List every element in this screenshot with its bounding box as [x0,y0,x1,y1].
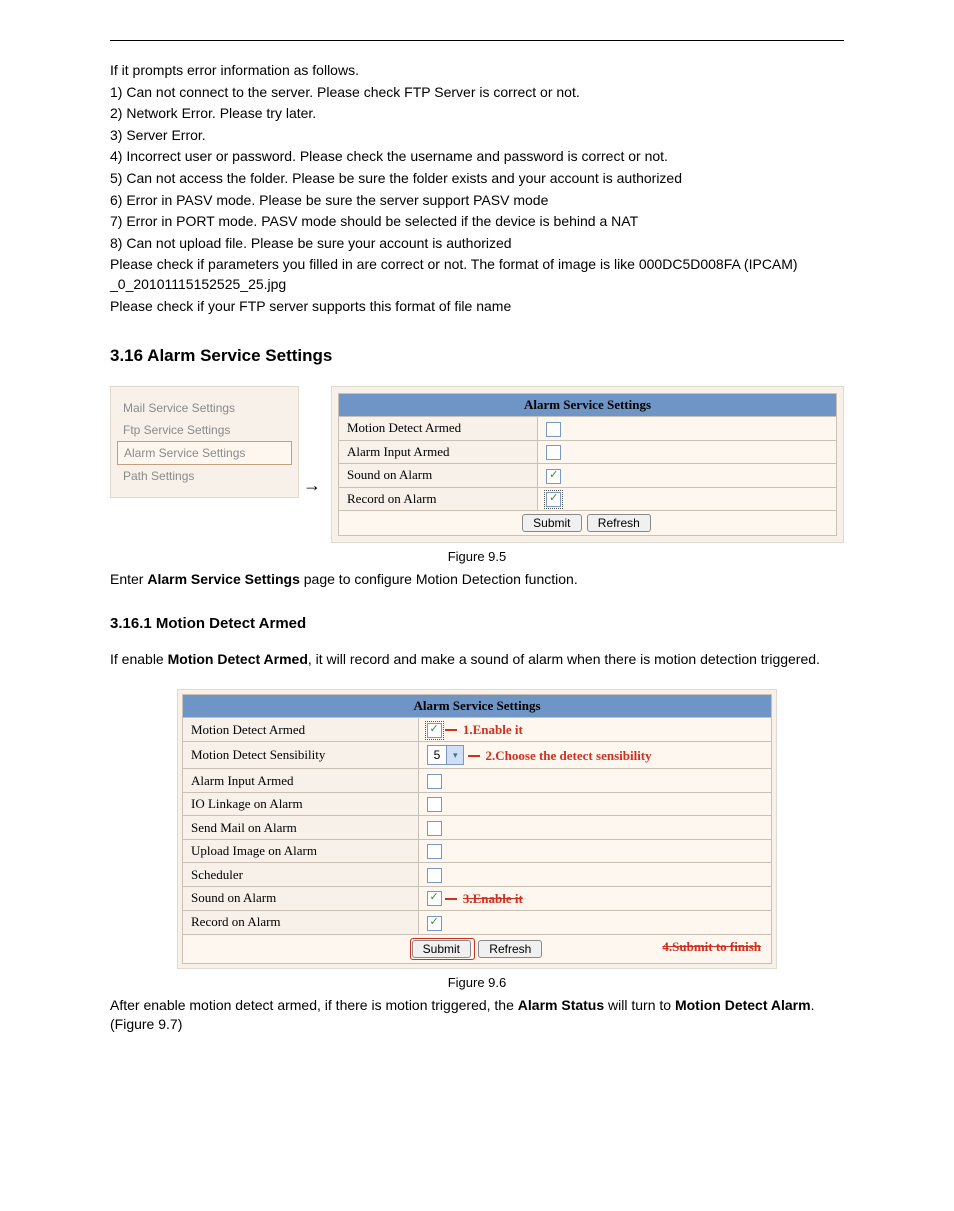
sound-on-alarm-checkbox[interactable]: ✓ [427,891,442,906]
intro-line: 2) Network Error. Please try later. [110,104,844,124]
submit-button[interactable]: Submit [522,514,581,532]
text-bold: Alarm Status [518,997,604,1013]
row-label: IO Linkage on Alarm [183,792,419,816]
top-rule [110,40,844,41]
text: , it will record and make a sound of ala… [308,651,820,667]
figure-caption: Figure 9.6 [110,975,844,990]
alarm-settings-panel-2: Alarm Service Settings Motion Detect Arm… [177,689,777,968]
intro-line: 4) Incorrect user or password. Please ch… [110,147,844,167]
intro-line: 3) Server Error. [110,126,844,146]
scheduler-checkbox[interactable] [427,868,442,883]
io-linkage-checkbox[interactable] [427,797,442,812]
text: After enable motion detect armed, if the… [110,997,518,1013]
row-label: Alarm Input Armed [183,769,419,793]
row-label: Alarm Input Armed [339,440,538,464]
row-label: Motion Detect Armed [183,718,419,742]
text-bold: Motion Detect Armed [168,651,308,667]
sidebar-item-alarm[interactable]: Alarm Service Settings [117,441,292,465]
text-after-96: After enable motion detect armed, if the… [110,996,844,1035]
row-label: Record on Alarm [339,487,538,511]
settings-sidebar: Mail Service Settings Ftp Service Settin… [110,386,299,498]
alarm-input-armed-checkbox[interactable] [546,445,561,460]
upload-image-checkbox[interactable] [427,844,442,859]
row-label: Motion Detect Sensibility [183,742,419,769]
intro-line: 8) Can not upload file. Please be sure y… [110,234,844,254]
annotation-1: 1.Enable it [463,722,523,738]
annotation-4: 4.Submit to finish [662,939,761,955]
sound-on-alarm-checkbox[interactable]: ✓ [546,469,561,484]
figure-caption: Figure 9.5 [110,549,844,564]
submit-button[interactable]: Submit [412,940,471,958]
motion-detect-armed-checkbox[interactable] [546,422,561,437]
intro-line: 7) Error in PORT mode. PASV mode should … [110,212,844,232]
motion-detect-armed-checkbox[interactable]: ✓ [427,723,442,738]
heading-3-16: 3.16 Alarm Service Settings [110,346,844,366]
row-label: Upload Image on Alarm [183,839,419,863]
alarm-settings-panel: Alarm Service Settings Motion Detect Arm… [331,386,844,543]
intro-line: Please check if parameters you filled in… [110,255,844,294]
send-mail-checkbox[interactable] [427,821,442,836]
chevron-down-icon: ▾ [446,746,463,764]
text-after-95: Enter Alarm Service Settings page to con… [110,570,844,590]
text: page to configure Motion Detection funct… [300,571,578,587]
record-on-alarm-checkbox[interactable]: ✓ [427,916,442,931]
annotation-2: 2.Choose the detect sensibility [486,748,652,764]
alarm-input-armed-checkbox[interactable] [427,774,442,789]
sensibility-value: 5 [428,748,447,762]
annotation-connector [445,898,457,900]
intro-line: 6) Error in PASV mode. Please be sure th… [110,191,844,211]
text-bold: Motion Detect Alarm [675,997,811,1013]
text: If enable [110,651,168,667]
record-on-alarm-checkbox[interactable]: ✓ [546,492,561,507]
refresh-button[interactable]: Refresh [478,940,542,958]
intro-line: 5) Can not access the folder. Please be … [110,169,844,189]
row-label: Send Mail on Alarm [183,816,419,840]
sidebar-item-path[interactable]: Path Settings [117,465,292,487]
arrow-right-icon: → [303,475,321,496]
annotation-connector [468,755,480,757]
intro-line: 1) Can not connect to the server. Please… [110,83,844,103]
refresh-button[interactable]: Refresh [587,514,651,532]
row-label: Motion Detect Armed [339,417,538,441]
text: Enter [110,571,147,587]
intro-line: Please check if your FTP server supports… [110,297,844,317]
annotation-connector [445,729,457,731]
sidebar-item-ftp[interactable]: Ftp Service Settings [117,419,292,441]
row-label: Scheduler [183,863,419,887]
panel-title: Alarm Service Settings [339,394,837,417]
text: will turn to [604,997,675,1013]
panel-title: Alarm Service Settings [183,695,772,718]
intro-line: If it prompts error information as follo… [110,61,844,81]
text-bold: Alarm Service Settings [147,571,300,587]
text-3161: If enable Motion Detect Armed, it will r… [110,650,844,670]
row-label: Sound on Alarm [339,464,538,488]
figure-9-5: Mail Service Settings Ftp Service Settin… [110,386,844,543]
heading-3-16-1: 3.16.1 Motion Detect Armed [110,615,844,632]
row-label: Sound on Alarm [183,886,419,910]
sensibility-select[interactable]: 5 ▾ [427,745,465,765]
row-label: Record on Alarm [183,910,419,934]
annotation-3: 3.Enable it [463,891,523,907]
sidebar-item-mail[interactable]: Mail Service Settings [117,397,292,419]
